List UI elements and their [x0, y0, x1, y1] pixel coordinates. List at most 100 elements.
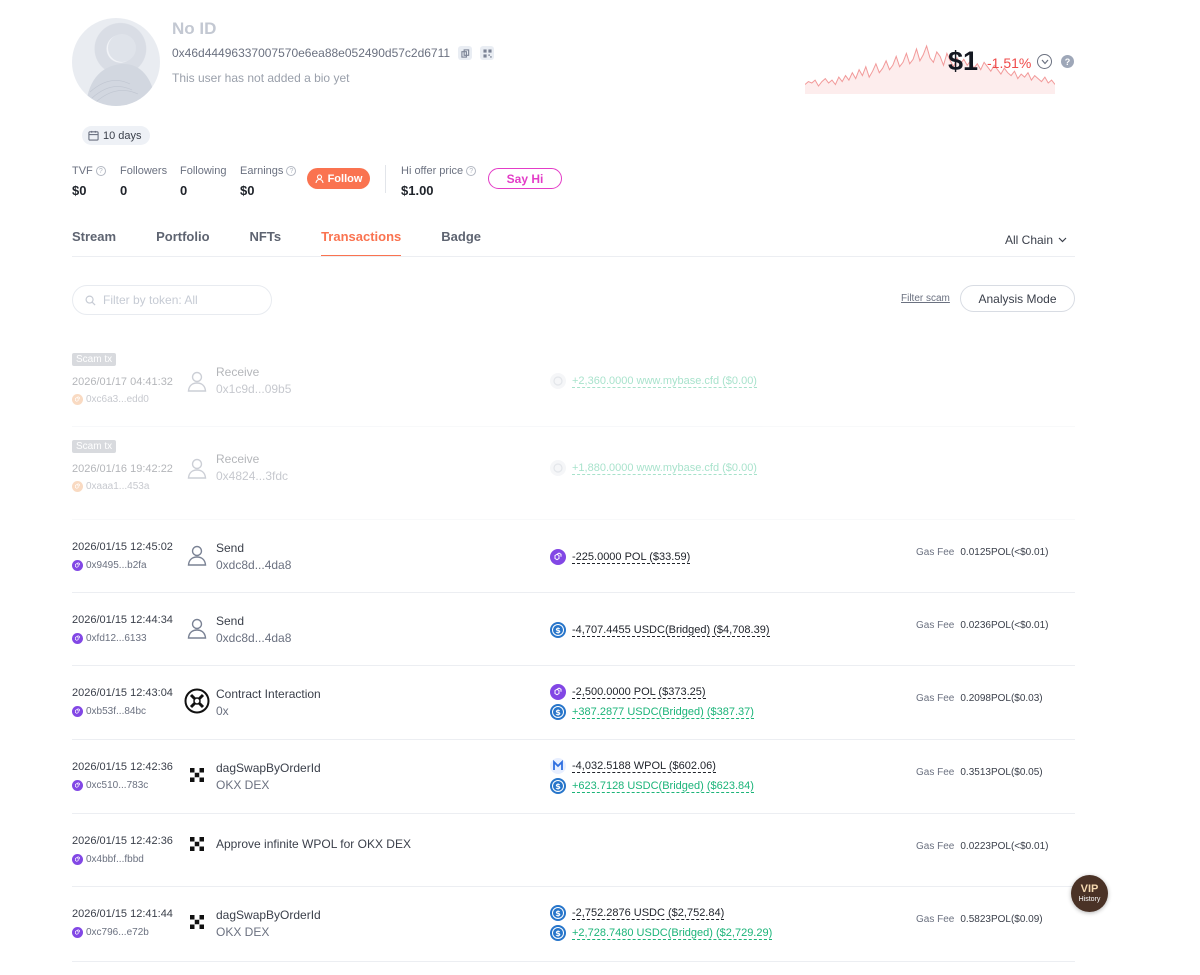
- svg-text:$: $: [555, 909, 561, 918]
- gas-fee-label: Gas Fee: [916, 693, 955, 704]
- tx-amount[interactable]: $ -4,707.4455 USDC(Bridged) ($4,708.39): [550, 622, 770, 638]
- usdc-token-icon: $: [550, 778, 566, 794]
- vip-history-button[interactable]: VIP History: [1071, 875, 1108, 912]
- gas-fee: Gas Fee 0.0236POL(<$0.01): [916, 620, 1048, 631]
- account-age-badge: 10 days: [82, 126, 150, 145]
- scam-badge: Scam tx: [72, 353, 117, 366]
- tx-counterparty-link[interactable]: OKX DEX: [216, 778, 269, 792]
- tx-hash-link[interactable]: 0xc6a3...edd0: [72, 394, 149, 405]
- scamtok-token-icon: [550, 460, 566, 476]
- stat-followers[interactable]: Followers 0: [120, 165, 167, 198]
- tx-counterparty-link[interactable]: 0x1c9d...09b5: [216, 382, 291, 396]
- tx-hash-link[interactable]: 0xb53f...84bc: [72, 706, 146, 717]
- tx-hash-link[interactable]: 0xc796...e72b: [72, 927, 149, 938]
- transaction-row[interactable]: 2026/01/15 12:41:44 0xc796...e72b dagSwapB…: [72, 887, 1075, 962]
- token-filter-input[interactable]: Filter by token: All: [72, 285, 272, 315]
- say-hi-button[interactable]: Say Hi: [488, 168, 562, 189]
- tx-counterparty-link[interactable]: 0xdc8d...4da8: [216, 558, 291, 572]
- tx-amount[interactable]: -2,500.0000 POL ($373.25): [550, 684, 706, 700]
- profile-name: No ID: [172, 19, 217, 38]
- tab-stream[interactable]: Stream: [72, 229, 116, 257]
- usdc-token-icon: $: [550, 704, 566, 720]
- tx-amount[interactable]: -225.0000 POL ($33.59): [550, 549, 691, 565]
- transaction-row[interactable]: 2026/01/15 12:42:36 0xc510...783c dagSwapB…: [72, 740, 1075, 814]
- tx-counterparty-link[interactable]: 0x4824...3fdc: [216, 469, 288, 483]
- filter-scam-link[interactable]: Filter scam: [901, 293, 950, 304]
- tx-timestamp: 2026/01/15 12:43:04: [72, 687, 173, 699]
- tab-nfts[interactable]: NFTs: [250, 229, 282, 257]
- tx-amount-value: +1,880.0000 www.mybase.cfd ($0.00): [572, 461, 757, 475]
- pol-token-icon: [550, 684, 566, 700]
- svg-text:$: $: [555, 626, 561, 635]
- stat-tvf-value: $0: [72, 183, 87, 198]
- tx-counterparty-link[interactable]: 0x: [216, 704, 229, 718]
- tx-hash: 0xc6a3...edd0: [86, 394, 149, 405]
- tx-amount[interactable]: $ +2,728.7480 USDC(Bridged) ($2,729.29): [550, 925, 773, 941]
- tx-amount[interactable]: -4,032.5188 WPOL ($602.06): [550, 758, 716, 774]
- transaction-row[interactable]: 2026/01/15 12:43:04 0xb53f...84bc Contract…: [72, 666, 1075, 740]
- stat-following[interactable]: Following 0: [180, 165, 226, 198]
- tx-type: dagSwapByOrderId: [216, 908, 321, 922]
- search-icon: [85, 295, 96, 306]
- gas-fee-value: 0.3513POL($0.05): [960, 767, 1043, 778]
- chevron-down-icon[interactable]: [1037, 54, 1052, 69]
- tx-type: Receive: [216, 365, 260, 379]
- help-icon[interactable]: ?: [1061, 55, 1074, 68]
- tx-amount[interactable]: +2,360.0000 www.mybase.cfd ($0.00): [550, 373, 757, 389]
- tx-amount-value: -225.0000 POL ($33.59): [572, 550, 691, 564]
- transaction-row[interactable]: 2026/01/15 12:42:36 0x4bbf...fbbd Approve …: [72, 814, 1075, 887]
- tab-badge[interactable]: Badge: [441, 229, 481, 257]
- token-filter-placeholder: Filter by token: All: [103, 293, 198, 307]
- stat-following-label: Following: [180, 165, 227, 177]
- tab-transactions[interactable]: Transactions: [321, 229, 402, 257]
- tx-hash-link[interactable]: 0xc510...783c: [72, 780, 148, 791]
- tx-amount-value: -2,752.2876 USDC ($2,752.84): [572, 906, 725, 920]
- transaction-row[interactable]: Scam tx 2026/01/17 04:41:32 0xc6a3...edd0 R…: [72, 340, 1075, 427]
- pol-token-icon: [550, 549, 566, 565]
- svg-text:$: $: [555, 929, 561, 938]
- gas-fee: Gas Fee 0.3513POL($0.05): [916, 767, 1043, 778]
- help-icon[interactable]: ?: [95, 166, 106, 176]
- gas-fee-value: 0.0125POL(<$0.01): [960, 547, 1049, 558]
- vip-label: VIP: [1080, 882, 1099, 895]
- tx-type: dagSwapByOrderId: [216, 761, 321, 775]
- tx-amount[interactable]: $ +387.2877 USDC(Bridged) ($387.37): [550, 704, 754, 720]
- chevron-down-icon: [1058, 237, 1067, 243]
- gas-fee-value: 0.0223POL(<$0.01): [960, 841, 1049, 852]
- tx-amount-value: -4,707.4455 USDC(Bridged) ($4,708.39): [572, 623, 770, 637]
- tab-portfolio[interactable]: Portfolio: [156, 229, 209, 257]
- stat-earnings: Earnings? $0: [240, 165, 297, 198]
- person-add-icon: [315, 173, 324, 183]
- hi-offer-value: $1.00: [401, 183, 434, 198]
- tx-hash-link[interactable]: 0xfd12...6133: [72, 633, 147, 644]
- usdc-token-icon: $: [550, 925, 566, 941]
- analysis-mode-button[interactable]: Analysis Mode: [960, 285, 1075, 312]
- tx-amount[interactable]: +1,880.0000 www.mybase.cfd ($0.00): [550, 460, 757, 476]
- chain-selector[interactable]: All Chain: [1005, 233, 1067, 247]
- qr-code-icon[interactable]: [480, 46, 495, 60]
- transaction-row[interactable]: Scam tx 2026/01/16 19:42:22 0xaaa1...453a R…: [72, 427, 1075, 520]
- usdc-token-icon: $: [550, 905, 566, 921]
- tx-counterparty-link[interactable]: OKX DEX: [216, 925, 269, 939]
- polygon-chain-icon: [72, 481, 83, 492]
- tx-type: Contract Interaction: [216, 687, 321, 701]
- help-icon[interactable]: ?: [466, 166, 477, 176]
- tx-hash-link[interactable]: 0x4bbf...fbbd: [72, 854, 144, 865]
- chain-selector-label: All Chain: [1005, 233, 1054, 247]
- tx-hash-link[interactable]: 0xaaa1...453a: [72, 481, 149, 492]
- account-age-label: 10 days: [103, 129, 142, 142]
- scam-badge: Scam tx: [72, 440, 117, 453]
- tx-timestamp: 2026/01/15 12:45:02: [72, 541, 173, 553]
- transaction-row[interactable]: 2026/01/15 12:44:34 0xfd12...6133 Send 0xdc…: [72, 593, 1075, 666]
- transaction-row[interactable]: 2026/01/15 12:45:02 0x9495...b2fa Send 0xdc…: [72, 520, 1075, 593]
- help-icon[interactable]: ?: [286, 166, 297, 176]
- tx-hash: 0xfd12...6133: [86, 633, 147, 644]
- wallet-address-row: 0x46d44496337007570e6ea88e052490d57c2d67…: [172, 46, 495, 60]
- tx-counterparty-link[interactable]: 0xdc8d...4da8: [216, 631, 291, 645]
- copy-icon[interactable]: [458, 46, 473, 60]
- tx-hash-link[interactable]: 0x9495...b2fa: [72, 560, 147, 571]
- tx-amount[interactable]: $ +623.7128 USDC(Bridged) ($623.84): [550, 778, 754, 794]
- tx-amount[interactable]: $ -2,752.2876 USDC ($2,752.84): [550, 905, 725, 921]
- tx-timestamp: 2026/01/15 12:42:36: [72, 761, 173, 773]
- follow-button[interactable]: Follow: [307, 168, 370, 189]
